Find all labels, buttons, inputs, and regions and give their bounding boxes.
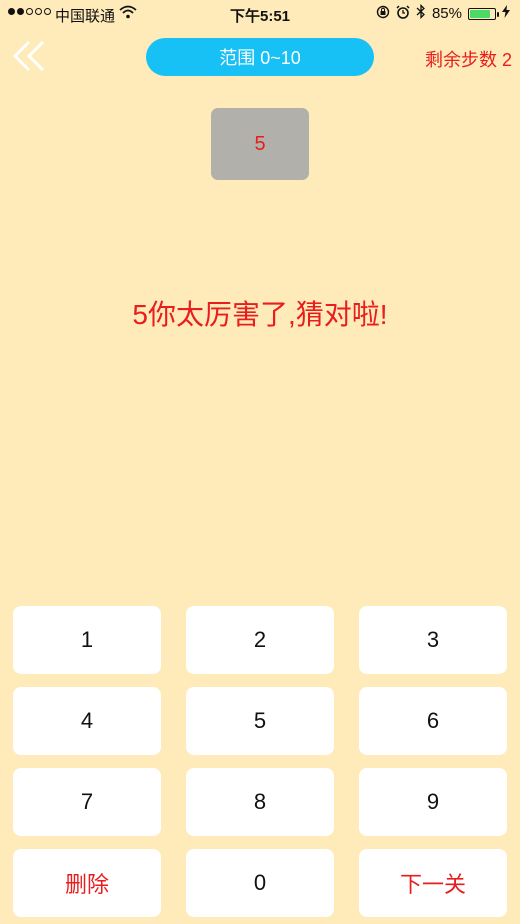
key-2[interactable]: 2	[186, 606, 334, 674]
key-6[interactable]: 6	[359, 687, 507, 755]
guess-display: 5	[211, 108, 309, 180]
battery-percentage: 85%	[431, 5, 462, 22]
key-5[interactable]: 5	[186, 687, 334, 755]
remaining-steps: 剩余步数 2	[424, 50, 512, 70]
back-button[interactable]	[10, 38, 50, 74]
battery-icon	[468, 7, 499, 20]
range-indicator: 范围 0~10	[146, 38, 374, 76]
double-chevron-left-icon	[12, 40, 45, 72]
status-bar: 中国联通 下午5:51 85%	[0, 0, 520, 28]
key-7[interactable]: 7	[13, 768, 161, 836]
orientation-lock-icon	[376, 5, 390, 23]
key-3[interactable]: 3	[359, 606, 507, 674]
next-level-button[interactable]: 下一关	[359, 849, 507, 917]
key-9[interactable]: 9	[359, 768, 507, 836]
guess-value: 5	[254, 132, 266, 155]
result-message: 5你太厉害了,猜对啦!	[132, 299, 388, 330]
key-8[interactable]: 8	[186, 768, 334, 836]
key-4[interactable]: 4	[13, 687, 161, 755]
bluetooth-icon	[416, 3, 426, 23]
key-1[interactable]: 1	[13, 606, 161, 674]
charging-icon	[502, 5, 510, 22]
delete-button[interactable]: 删除	[13, 849, 161, 917]
alarm-icon	[396, 4, 410, 23]
key-0[interactable]: 0	[186, 849, 334, 917]
